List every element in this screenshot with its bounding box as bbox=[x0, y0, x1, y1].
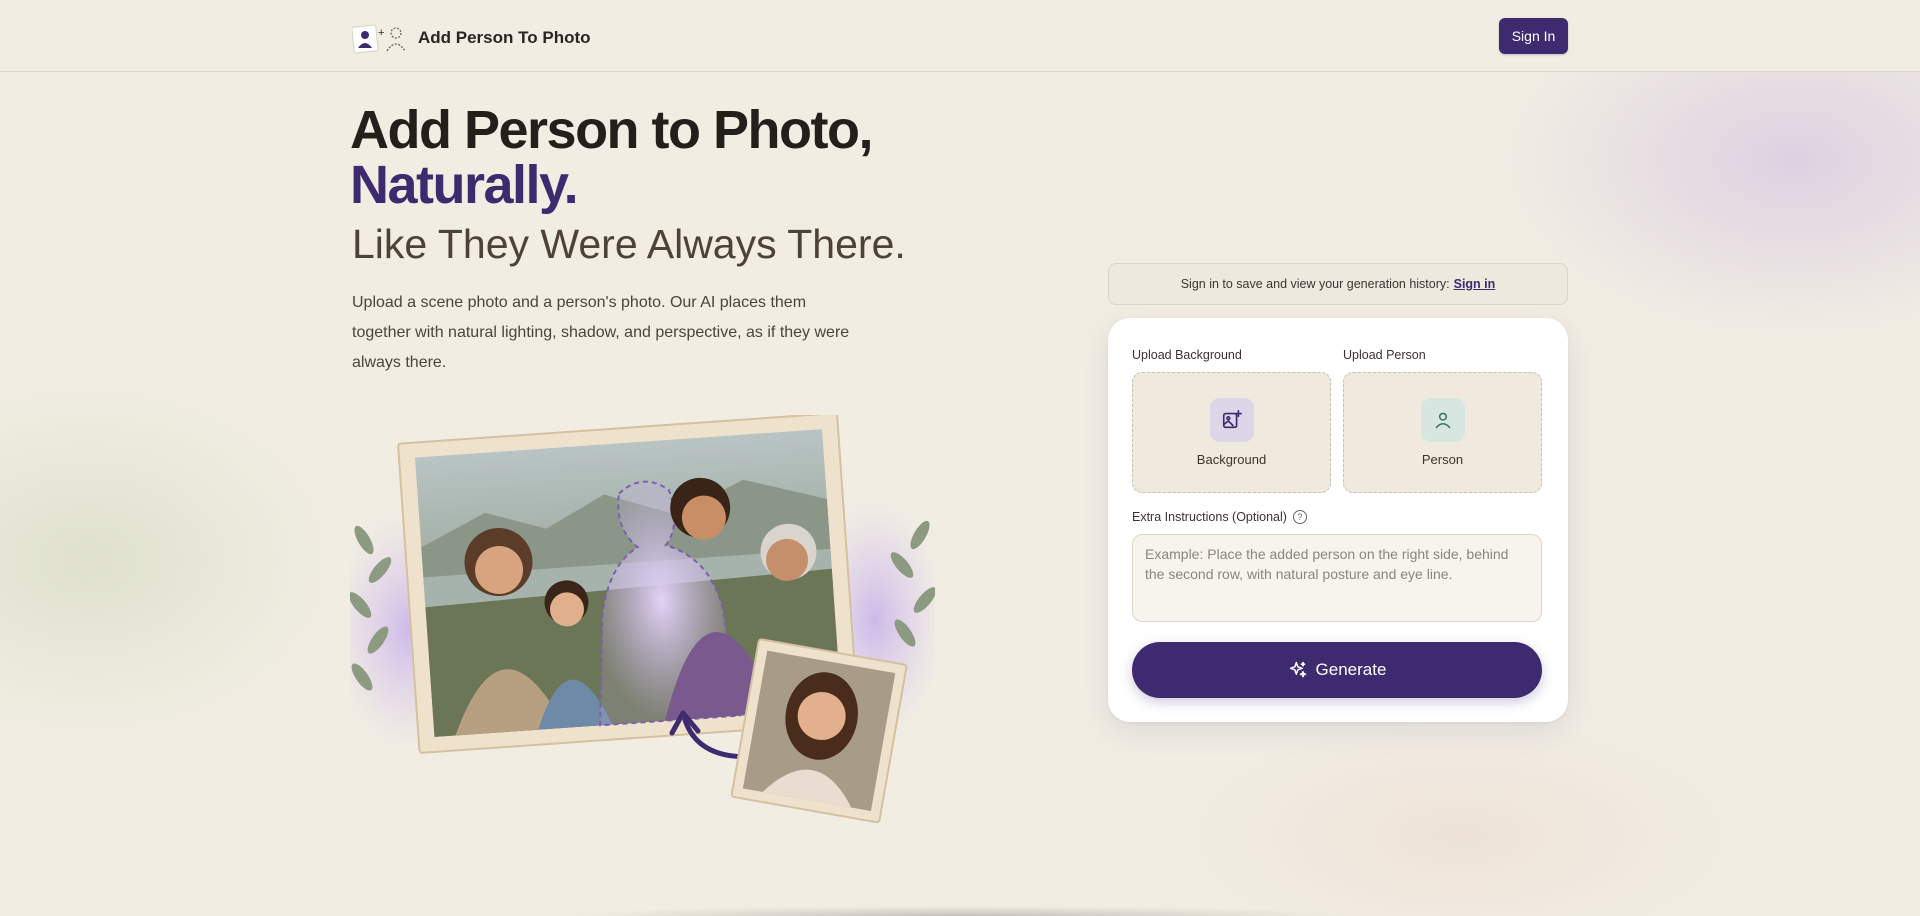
upload-background-label: Upload Background bbox=[1132, 348, 1242, 362]
background-glow-left bbox=[0, 380, 340, 740]
upload-background-text: Background bbox=[1196, 452, 1267, 467]
logo[interactable]: + Add Person To Photo bbox=[352, 22, 591, 54]
hero-description: Upload a scene photo and a person's phot… bbox=[352, 294, 850, 371]
svg-text:+: + bbox=[378, 27, 384, 39]
generate-label: Generate bbox=[1315, 660, 1387, 679]
hero-illustration bbox=[350, 415, 935, 824]
upload-person-dropzone[interactable]: Person bbox=[1343, 372, 1542, 493]
extra-instructions-label-row: Extra Instructions (Optional) ? bbox=[1132, 510, 1307, 524]
app-title: Add Person To Photo bbox=[418, 28, 591, 47]
help-icon[interactable]: ? bbox=[1292, 510, 1307, 524]
hero-subtitle: Like They Were Always There. bbox=[352, 221, 906, 267]
upload-person-text: Person bbox=[1421, 452, 1464, 467]
bottom-shadow bbox=[560, 906, 1360, 916]
history-notice: Sign in to save and view your generation… bbox=[1108, 263, 1568, 305]
background-glow-bottom bbox=[1180, 716, 1740, 916]
logo-mark-icon: + bbox=[352, 24, 406, 54]
history-notice-text: Sign in to save and view your generation… bbox=[1180, 277, 1450, 291]
sparkles-icon bbox=[1289, 661, 1306, 678]
upload-background-dropzone[interactable]: Background bbox=[1132, 372, 1331, 493]
upload-person-label: Upload Person bbox=[1343, 348, 1426, 362]
generate-button[interactable]: Generate bbox=[1132, 642, 1542, 698]
person-photo bbox=[730, 638, 908, 824]
extra-instructions-input[interactable] bbox=[1132, 534, 1542, 622]
image-plus-icon bbox=[1209, 398, 1254, 442]
hero-title-line-2: Naturally. bbox=[350, 155, 579, 215]
sign-in-button[interactable]: Sign In bbox=[1499, 18, 1568, 54]
header: + Add Person To Photo Sign In bbox=[0, 0, 1920, 72]
person-icon bbox=[1420, 398, 1465, 442]
extra-instructions-label: Extra Instructions (Optional) bbox=[1132, 510, 1287, 524]
history-sign-in-link[interactable]: Sign in bbox=[1454, 277, 1496, 291]
generator-card: Upload Background Upload Person Backgrou… bbox=[1108, 318, 1568, 722]
